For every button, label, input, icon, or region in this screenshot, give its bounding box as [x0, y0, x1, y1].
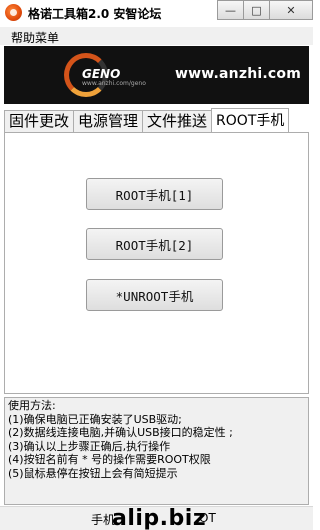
menu-help[interactable]: 帮助菜单 — [11, 29, 59, 46]
tab-root[interactable]: ROOT手机 — [211, 108, 290, 132]
instruction-line: (5)鼠标悬停在按钮上会有简短提示 — [8, 466, 178, 480]
instructions-box: 使用方法: (1)确保电脑已正确安装了USB驱动; (2)数据线连接电脑,并确认… — [4, 397, 309, 505]
watermark: alip.biz — [112, 506, 207, 530]
logo-text: GENO — [82, 67, 121, 81]
banner: GENO www.anzhi.com/geno www.anzhi.com — [4, 46, 309, 104]
window-controls: — □ ✕ — [217, 0, 313, 20]
minimize-icon[interactable]: — — [217, 0, 243, 20]
close-icon[interactable]: ✕ — [269, 0, 313, 20]
maximize-icon[interactable]: □ — [243, 0, 269, 20]
window-title: 格诺工具箱2.0 安智论坛 — [28, 7, 162, 21]
app-icon — [5, 4, 22, 21]
instruction-line: (1)确保电脑已正确安装了USB驱动; — [8, 412, 182, 426]
menu-bar: 帮助菜单 — [0, 27, 313, 45]
root-phone-2-button[interactable]: ROOT手机[2] — [86, 228, 223, 260]
tab-firmware[interactable]: 固件更改 — [4, 110, 75, 132]
instructions-heading: 使用方法: — [8, 399, 56, 412]
unroot-phone-button[interactable]: *UNROOT手机 — [86, 279, 223, 311]
status-bar: 手机 OT alip.biz — [0, 506, 313, 530]
tab-file-push[interactable]: 文件推送 — [142, 110, 213, 132]
root-phone-1-button[interactable]: ROOT手机[1] — [86, 178, 223, 210]
banner-url: www.anzhi.com — [175, 66, 301, 82]
root-panel: ROOT手机[1] ROOT手机[2] *UNROOT手机 — [4, 132, 309, 394]
tab-strip: 固件更改 电源管理 文件推送 ROOT手机 — [4, 108, 290, 132]
logo-subtext: www.anzhi.com/geno — [82, 80, 146, 87]
instruction-line: (3)确认以上步骤正确后,执行操作 — [8, 439, 171, 453]
title-bar: 格诺工具箱2.0 安智论坛 — □ ✕ — [0, 0, 313, 26]
instruction-line: (2)数据线连接电脑,并确认USB接口的稳定性 ; — [8, 426, 233, 439]
instruction-line: (4)按钮名前有 * 号的操作需要ROOT权限 — [8, 453, 211, 466]
tab-power[interactable]: 电源管理 — [73, 110, 144, 132]
